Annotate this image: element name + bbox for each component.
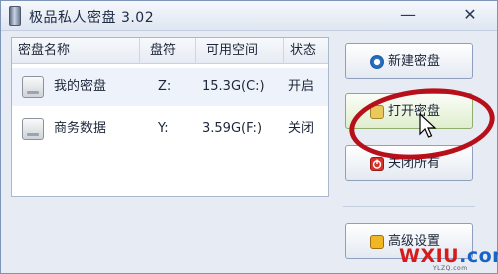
disk-space: 3.59G(F:) [202, 121, 263, 136]
list-header: 密盘名称 盘符 可用空间 状态 [12, 38, 328, 64]
app-icon [9, 6, 21, 26]
window-title: 极品私人密盘 3.02 [29, 10, 155, 26]
watermark-subtext: YLZQ.com [433, 265, 468, 272]
divider [343, 206, 475, 207]
disk-list: 密盘名称 盘符 可用空间 状态 我的密盘 Z: 15.3G(C:) 开启 商务数… [11, 37, 329, 197]
close-button[interactable]: ✕ [459, 5, 481, 25]
disk-icon [22, 76, 44, 98]
column-header-name[interactable]: 密盘名称 [12, 38, 140, 64]
new-disk-icon [370, 55, 384, 69]
minimize-button[interactable]: — [397, 5, 419, 25]
table-row[interactable]: 我的密盘 Z: 15.3G(C:) 开启 [12, 68, 328, 106]
table-row[interactable]: 商务数据 Y: 3.59G(F:) 关闭 [12, 110, 328, 148]
watermark-domain: .com [459, 245, 498, 267]
column-header-space[interactable]: 可用空间 [196, 38, 284, 64]
disk-space: 15.3G(C:) [202, 79, 265, 94]
title-bar[interactable]: 极品私人密盘 3.02 — ✕ [1, 1, 497, 31]
disk-icon [22, 118, 44, 140]
app-window: 极品私人密盘 3.02 — ✕ 密盘名称 盘符 可用空间 状态 我的密盘 Z: … [0, 0, 498, 274]
power-icon [370, 157, 384, 171]
column-header-status[interactable]: 状态 [284, 38, 328, 64]
mouse-cursor-icon [419, 113, 437, 138]
column-header-drive[interactable]: 盘符 [140, 38, 196, 64]
watermark-brand: WXIU [399, 245, 460, 267]
new-disk-label: 新建密盘 [388, 54, 441, 69]
disk-status: 关闭 [288, 121, 315, 136]
disk-drive: Y: [158, 121, 169, 136]
new-disk-button[interactable]: 新建密盘 [345, 43, 473, 79]
disk-name: 商务数据 [54, 121, 107, 136]
disk-name: 我的密盘 [54, 79, 107, 94]
watermark-logo: WXIU.com [399, 245, 498, 267]
disk-drive: Z: [158, 79, 172, 94]
settings-icon [370, 235, 384, 249]
disk-status: 开启 [288, 79, 315, 94]
